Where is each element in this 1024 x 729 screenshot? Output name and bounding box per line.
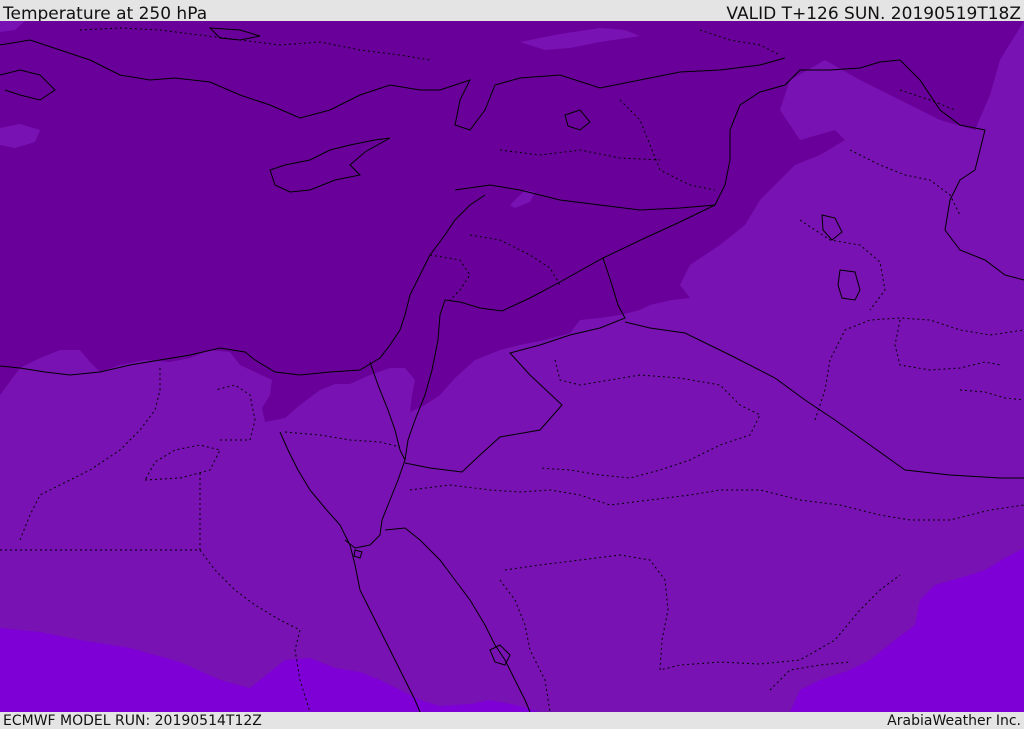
credit: ArabiaWeather Inc.	[887, 713, 1021, 729]
temperature-map[interactable]	[0, 21, 1024, 712]
header-bar: Temperature at 250 hPa VALID T+126 SUN. …	[0, 0, 1024, 24]
model-run: ECMWF MODEL RUN: 20190514T12Z	[3, 713, 262, 729]
footer-bar: ECMWF MODEL RUN: 20190514T12Z ArabiaWeat…	[0, 712, 1024, 729]
